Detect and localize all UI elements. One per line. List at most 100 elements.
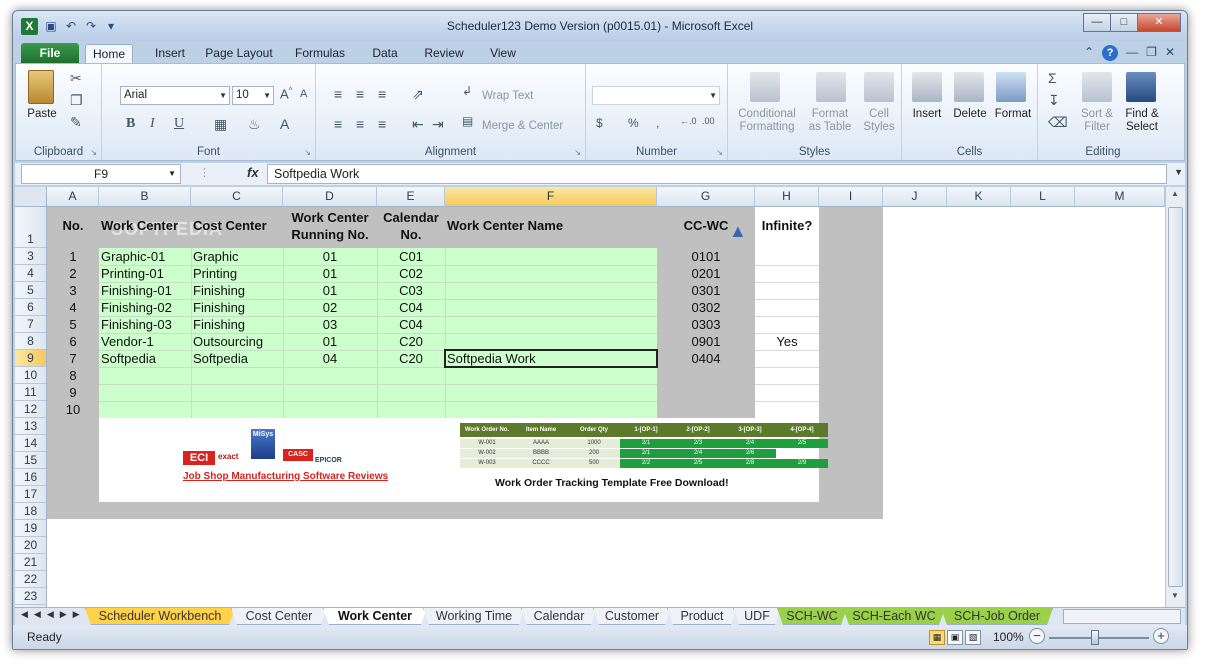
merge-center-icon[interactable]: ▤ [462, 114, 473, 128]
cell-running-no[interactable]: 04 [283, 350, 377, 367]
cell-running-no[interactable] [283, 384, 377, 401]
cell-work-center-name[interactable] [447, 367, 655, 384]
clipboard-launcher-icon[interactable]: ↘ [90, 148, 97, 157]
cell-work-center-name[interactable] [447, 282, 655, 299]
cell-calendar-no[interactable]: C04 [377, 316, 445, 333]
wrap-text-icon[interactable]: ↲ [462, 84, 472, 98]
row-header[interactable]: 14 [15, 435, 47, 452]
sheet-tab-product[interactable]: Product [667, 608, 737, 625]
align-middle-icon[interactable]: ≡ [356, 86, 364, 102]
cell-calendar-no[interactable]: C03 [377, 282, 445, 299]
conditional-formatting-button[interactable]: Conditional Formatting [732, 108, 802, 134]
zoom-slider[interactable] [1049, 637, 1149, 639]
cell-work-center[interactable]: Finishing-02 [101, 299, 189, 316]
row-header[interactable]: 20 [15, 537, 47, 554]
cell-work-center[interactable]: Finishing-01 [101, 282, 189, 299]
wrap-text-button[interactable]: Wrap Text [482, 90, 542, 103]
sheet-tab-cost-center[interactable]: Cost Center [231, 608, 327, 625]
cell-running-no[interactable]: 03 [283, 316, 377, 333]
column-header-a[interactable]: A [47, 187, 99, 207]
doc-restore-icon[interactable]: ❐ [1146, 45, 1157, 61]
cell-running-no[interactable]: 01 [283, 248, 377, 265]
row-header[interactable]: 19 [15, 520, 47, 537]
insert-cells-icon[interactable] [912, 72, 942, 102]
cell-cost-center[interactable] [193, 384, 281, 401]
shrink-font-icon[interactable]: A [300, 88, 307, 100]
fill-color-icon[interactable]: ♨ [248, 116, 261, 133]
eci-logo[interactable]: ECI [183, 451, 215, 465]
cell-no[interactable]: 6 [47, 333, 99, 350]
cell-infinite[interactable] [755, 316, 819, 333]
tab-view[interactable]: View [483, 44, 523, 63]
cell-cc-wc[interactable] [657, 367, 755, 384]
sort-filter-button[interactable]: Sort & Filter [1074, 108, 1120, 134]
row-header[interactable]: 23 [15, 588, 47, 605]
name-box[interactable]: F9 ▼ [21, 164, 181, 184]
cell-cc-wc[interactable]: 0302 [657, 299, 755, 316]
conditional-formatting-icon[interactable] [750, 72, 780, 102]
job-shop-reviews-link[interactable]: Job Shop Manufacturing Software Reviews [183, 471, 388, 482]
column-header-e[interactable]: E [377, 187, 445, 207]
cell-calendar-no[interactable]: C20 [377, 350, 445, 367]
cell-no[interactable]: 4 [47, 299, 99, 316]
cell-cc-wc[interactable]: 0303 [657, 316, 755, 333]
formula-input[interactable]: Softpedia Work [267, 164, 1167, 184]
row-header[interactable]: 17 [15, 486, 47, 503]
close-button[interactable]: ✕ [1137, 13, 1181, 32]
sort-filter-icon[interactable] [1082, 72, 1112, 102]
font-name-select[interactable]: Arial ▼ [120, 86, 230, 105]
page-layout-view-icon[interactable]: ▣ [947, 630, 963, 645]
cell-work-center-name[interactable] [447, 384, 655, 401]
increase-decimal-icon[interactable]: ←.0 [680, 116, 697, 126]
align-bottom-icon[interactable]: ≡ [378, 86, 386, 102]
column-header-c[interactable]: C [191, 187, 283, 207]
cell-work-center-name[interactable] [447, 265, 655, 282]
vertical-scroll-thumb[interactable] [1168, 207, 1183, 587]
row-header[interactable]: 11 [15, 384, 47, 401]
row-header[interactable]: 3 [15, 248, 47, 265]
cell-cost-center[interactable]: Graphic [193, 248, 281, 265]
column-header-d[interactable]: D [283, 187, 377, 207]
paste-button[interactable]: Paste [20, 108, 64, 121]
align-left-icon[interactable]: ≡ [334, 116, 342, 132]
horizontal-scrollbar[interactable] [1063, 609, 1181, 624]
cell-calendar-no[interactable] [377, 401, 445, 418]
cell-cost-center[interactable]: Finishing [193, 299, 281, 316]
find-select-button[interactable]: Find & Select [1118, 108, 1166, 134]
number-launcher-icon[interactable]: ↘ [716, 148, 723, 157]
row-header[interactable]: 4 [15, 265, 47, 282]
cell-work-center[interactable] [101, 384, 189, 401]
cell-running-no[interactable] [283, 367, 377, 384]
align-top-icon[interactable]: ≡ [334, 86, 342, 102]
cascade-logo[interactable]: CASC [283, 449, 313, 461]
minimize-ribbon-icon[interactable]: ⌃ [1084, 45, 1094, 61]
cell-infinite[interactable]: Yes [755, 333, 819, 350]
cell-running-no[interactable]: 01 [283, 282, 377, 299]
zoom-out-button[interactable]: − [1029, 628, 1045, 644]
cell-cc-wc[interactable]: 0901 [657, 333, 755, 350]
percent-button[interactable]: % [628, 116, 639, 130]
misys-logo[interactable]: MiSys [251, 429, 275, 459]
row-header[interactable]: 10 [15, 367, 47, 384]
insert-cells-button[interactable]: Insert [906, 108, 948, 121]
copy-icon[interactable]: ❐ [70, 92, 83, 109]
sheet-tab-sch-wc[interactable]: SCH-WC [777, 608, 847, 625]
zoom-in-button[interactable]: + [1153, 628, 1169, 644]
font-launcher-icon[interactable]: ↘ [304, 148, 311, 157]
tab-home[interactable]: Home [85, 44, 133, 63]
cell-cost-center[interactable] [193, 401, 281, 418]
exact-logo[interactable]: exact [218, 452, 238, 461]
cell-work-center[interactable] [101, 401, 189, 418]
cell-cc-wc[interactable]: 0404 [657, 350, 755, 367]
epicor-logo[interactable]: EPICOR [315, 457, 342, 464]
orientation-icon[interactable]: ⇗ [412, 86, 424, 103]
zoom-slider-knob[interactable] [1091, 630, 1099, 645]
sheet-nav-buttons[interactable]: ◀◀◀▶▶ [21, 609, 86, 620]
tab-formulas[interactable]: Formulas [291, 44, 349, 63]
cell-styles-button[interactable]: Cell Styles [856, 108, 902, 134]
decrease-indent-icon[interactable]: ⇤ [412, 116, 424, 133]
scroll-up-icon[interactable]: ▲ [1171, 189, 1179, 198]
cell-work-center[interactable] [101, 367, 189, 384]
cell-running-no[interactable]: 01 [283, 265, 377, 282]
cell-no[interactable]: 1 [47, 248, 99, 265]
